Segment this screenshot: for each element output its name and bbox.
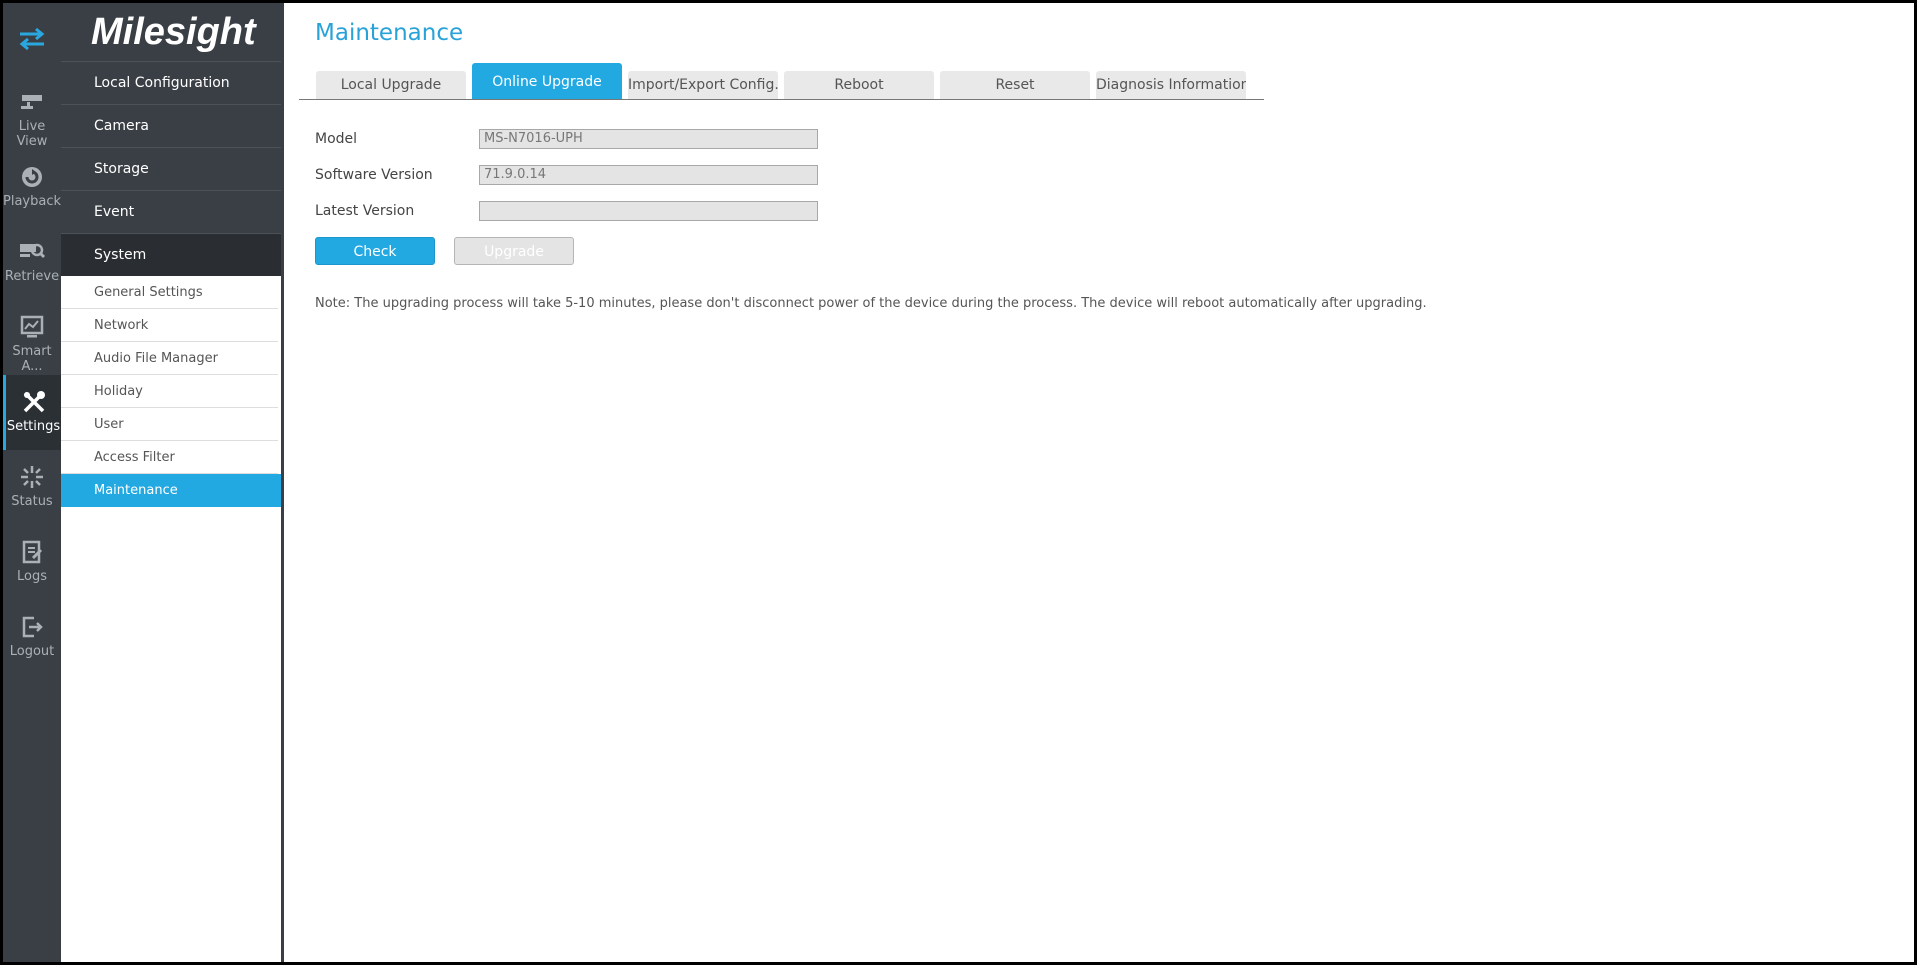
tab-reset[interactable]: Reset [940,71,1090,99]
menu-item-local-configuration[interactable]: Local Configuration [61,61,281,104]
tab-online-upgrade[interactable]: Online Upgrade [472,63,622,99]
settings-icon [6,389,61,417]
main-menu: Local Configuration Camera Storage Event… [61,61,281,276]
toggle-menu-button[interactable] [3,3,61,75]
milesight-logo: Milesight [61,3,281,61]
submenu-item-general-settings[interactable]: General Settings [61,276,278,309]
rail-item-logout[interactable]: Logout [3,600,61,675]
rail-label: Status [11,494,53,509]
settings-menu: Milesight Local Configuration Camera Sto… [61,3,284,962]
submenu-item-audio-file-manager[interactable]: Audio File Manager [61,342,278,375]
rail-label: Logout [9,644,55,659]
playback-icon [3,164,61,192]
icon-rail: Live View Playback Retrieve Smart A... S… [3,3,61,962]
submenu-item-maintenance[interactable]: Maintenance [61,474,281,507]
menu-item-camera[interactable]: Camera [61,104,281,147]
rail-label: Retrieve [4,269,60,284]
rail-item-logs[interactable]: Logs [3,525,61,600]
submenu-item-network[interactable]: Network [61,309,278,342]
upgrade-button[interactable]: Upgrade [454,237,574,265]
page-title: Maintenance [315,20,464,46]
rail-label: Playback [3,194,62,209]
tab-import-export-config[interactable]: Import/Export Config... [628,71,778,99]
smart-analytics-icon [3,314,61,342]
rail-label: Smart A... [12,344,52,374]
upgrade-note: Note: The upgrading process will take 5-… [315,296,1427,311]
logs-icon [3,539,61,567]
logout-icon [3,614,61,642]
rail-label: Settings [6,419,61,434]
submenu-item-user[interactable]: User [61,408,278,441]
submenu-item-holiday[interactable]: Holiday [61,375,278,408]
live-view-icon [3,89,61,117]
rail-label: Live View [16,119,48,149]
rail-item-settings[interactable]: Settings [3,375,61,450]
latest-version-label: Latest Version [315,203,415,219]
menu-item-event[interactable]: Event [61,190,281,233]
system-submenu: General Settings Network Audio File Mana… [61,276,281,507]
main-content: Maintenance Local Upgrade Online Upgrade… [284,3,1914,962]
tab-diagnosis-information[interactable]: Diagnosis Information [1096,71,1246,99]
model-field[interactable]: MS-N7016-UPH [479,129,818,149]
retrieve-icon [3,239,61,267]
menu-item-system[interactable]: System [61,233,281,276]
rail-item-status[interactable]: Status [3,450,61,525]
rail-item-live-view[interactable]: Live View [3,75,61,150]
swap-arrows-icon [19,27,45,51]
rail-item-smart-analytics[interactable]: Smart A... [3,300,61,375]
software-version-field[interactable]: 71.9.0.14 [479,165,818,185]
rail-label: Logs [17,569,47,584]
model-label: Model [315,131,358,147]
rail-item-retrieve[interactable]: Retrieve [3,225,61,300]
tab-local-upgrade[interactable]: Local Upgrade [316,71,466,99]
submenu-item-access-filter[interactable]: Access Filter [61,441,278,474]
menu-item-storage[interactable]: Storage [61,147,281,190]
latest-version-field[interactable] [479,201,818,221]
rail-item-playback[interactable]: Playback [3,150,61,225]
check-button[interactable]: Check [315,237,435,265]
software-version-label: Software Version [315,167,433,183]
tab-reboot[interactable]: Reboot [784,71,934,99]
status-icon [3,464,61,492]
tab-bar: Local Upgrade Online Upgrade Import/Expo… [299,63,1264,100]
